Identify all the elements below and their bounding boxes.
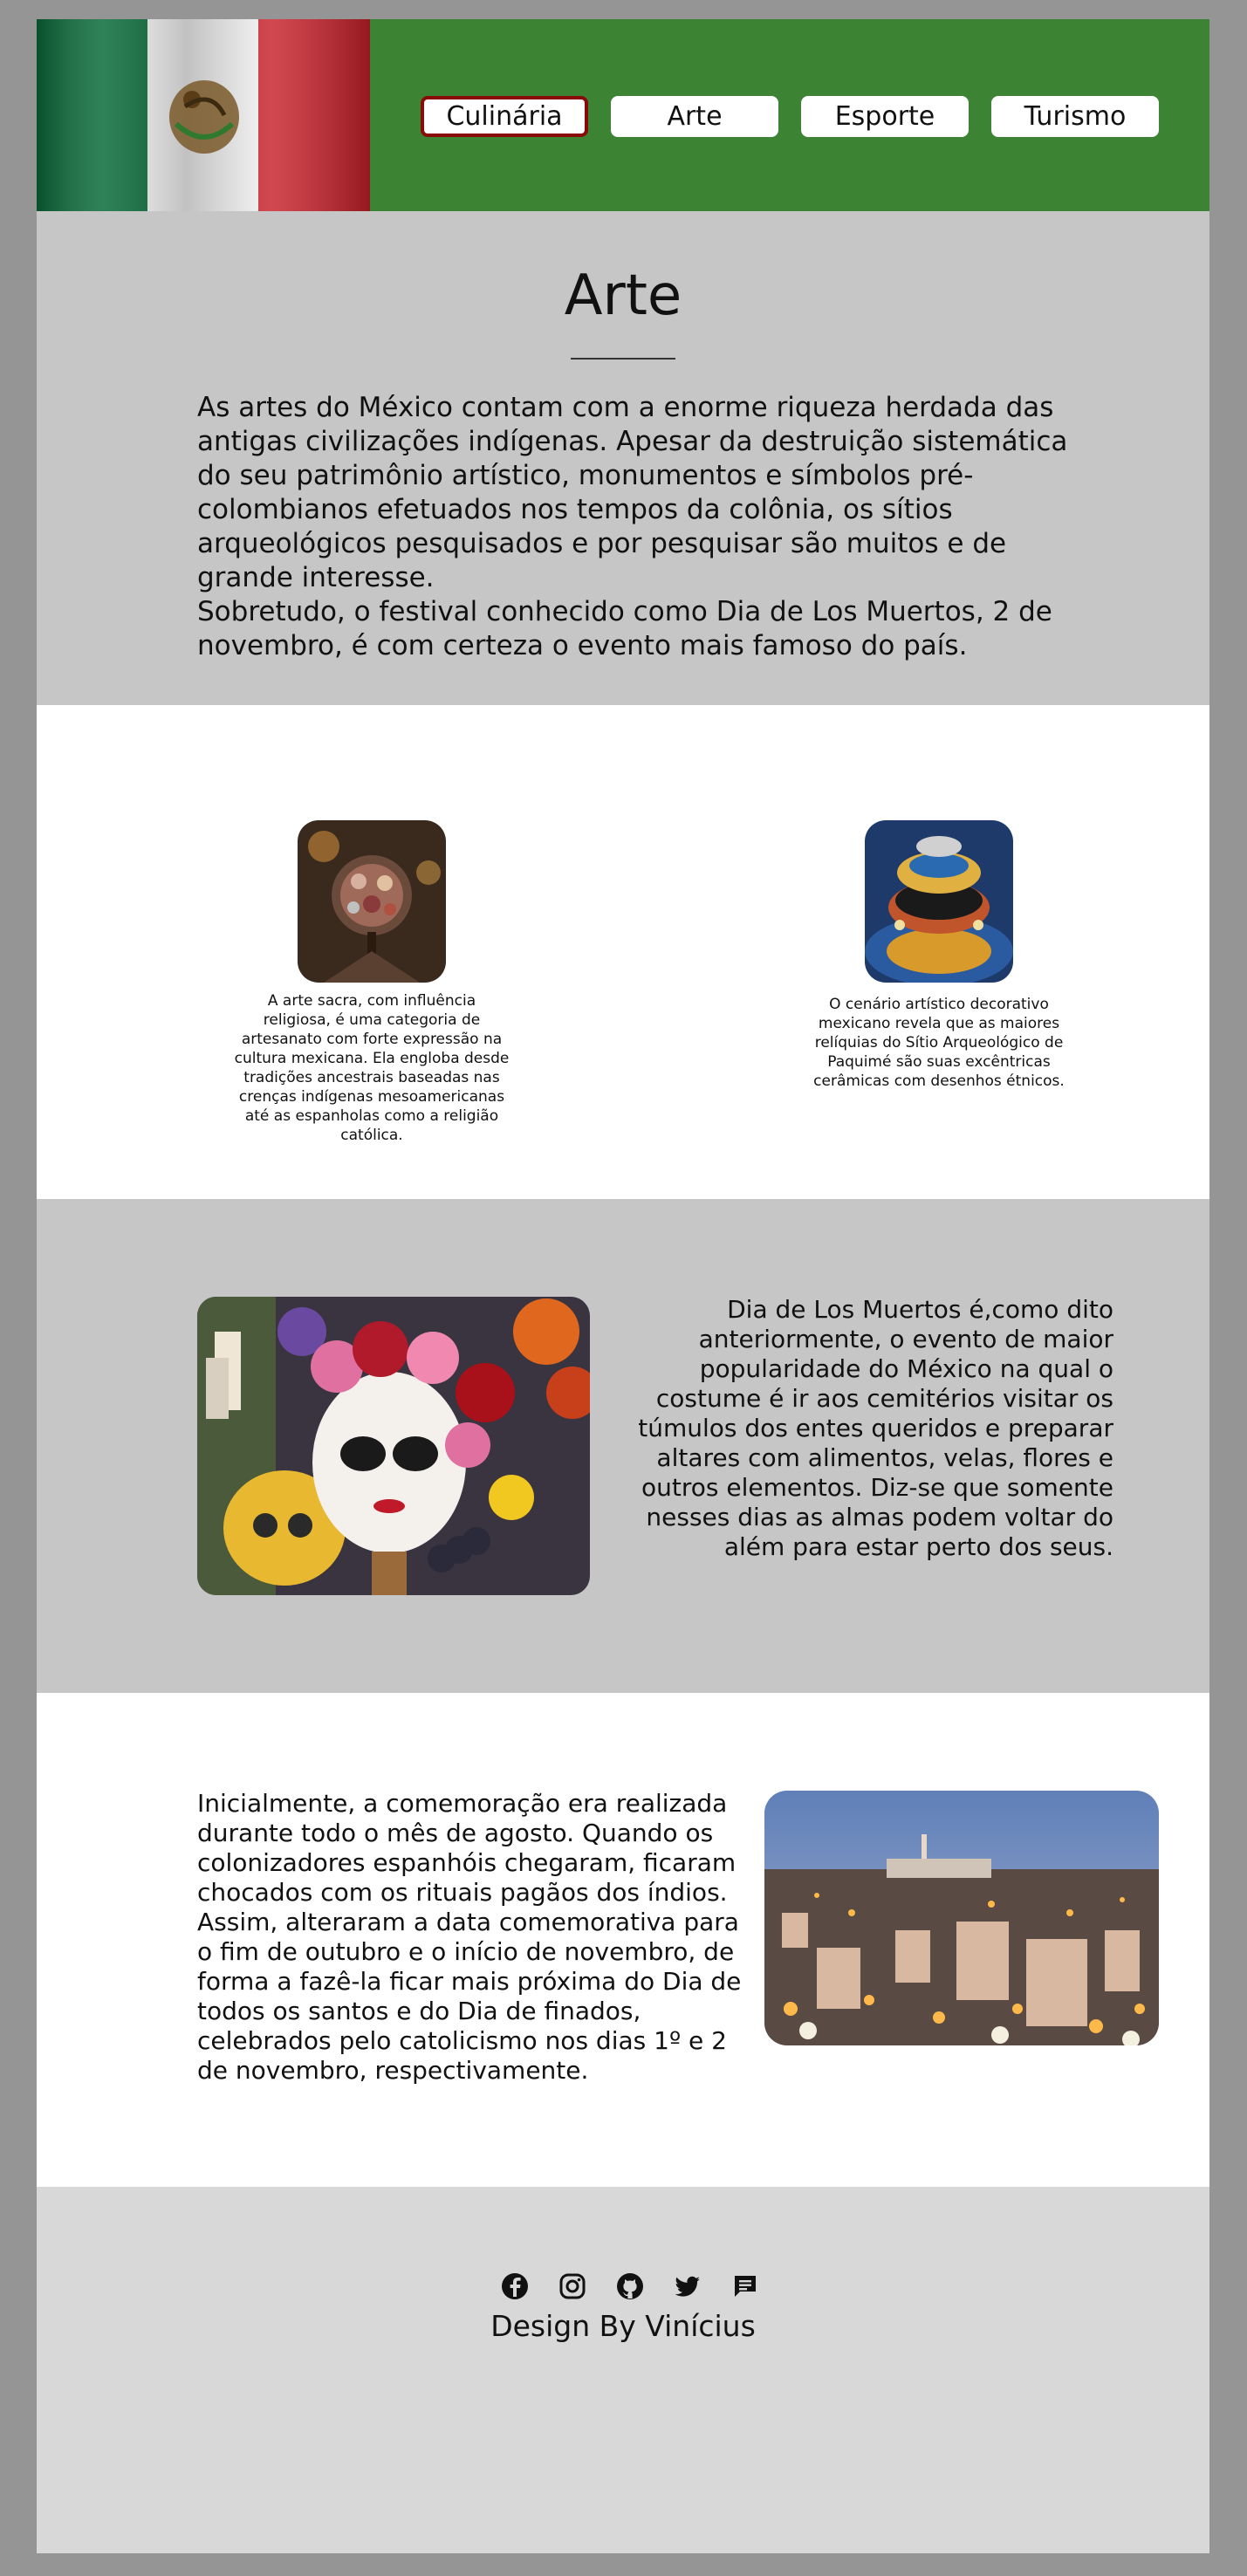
instagram-icon[interactable] <box>558 2272 586 2300</box>
dia-de-los-muertos-section: Dia de Los Muertos é,como dito anteriorm… <box>37 1199 1209 1693</box>
main-nav: Culinária Arte Esporte Turismo <box>421 96 1159 137</box>
art-cards-section: A arte sacra, com influência religiosa, … <box>37 705 1209 1199</box>
mexico-flag-image <box>37 19 370 211</box>
history-text: Inicialmente, a comemoração era realizad… <box>197 1789 742 2085</box>
intro-section: Arte As artes do México contam com a eno… <box>37 211 1209 705</box>
ceramics-card: O cenário artístico decorativo mexicano … <box>799 820 1079 1091</box>
sacred-art-image <box>298 820 446 983</box>
footer: Design By Vinícius <box>37 2187 1209 2553</box>
page: Culinária Arte Esporte Turismo Arte As a… <box>37 19 1209 2553</box>
sacred-art-caption: A arte sacra, com influência religiosa, … <box>234 992 510 1144</box>
facebook-icon[interactable] <box>501 2272 529 2300</box>
social-icons <box>501 2272 759 2300</box>
nav-button-turismo[interactable]: Turismo <box>991 96 1159 137</box>
intro-paragraph-1: As artes do México contam com a enorme r… <box>197 392 1068 593</box>
ceramics-image <box>865 820 1013 983</box>
nav-button-culinaria[interactable]: Culinária <box>421 96 588 137</box>
twitter-icon[interactable] <box>674 2272 702 2300</box>
chat-icon[interactable] <box>731 2272 759 2300</box>
header: Culinária Arte Esporte Turismo <box>37 19 1209 211</box>
intro-text: As artes do México contam com a enorme r… <box>197 391 1070 663</box>
history-section: Inicialmente, a comemoração era realizad… <box>37 1693 1209 2187</box>
dia-de-los-muertos-text: Dia de Los Muertos é,como dito anteriorm… <box>638 1295 1113 1561</box>
nav-button-arte[interactable]: Arte <box>611 96 778 137</box>
catrina-mask-image <box>197 1297 590 1595</box>
cemetery-image <box>764 1791 1159 2045</box>
sacred-art-card: A arte sacra, com influência religiosa, … <box>232 820 511 1145</box>
page-title: Arte <box>564 264 682 328</box>
github-icon[interactable] <box>616 2272 644 2300</box>
ceramics-caption: O cenário artístico decorativo mexicano … <box>813 996 1065 1090</box>
title-divider <box>571 358 675 360</box>
nav-button-esporte[interactable]: Esporte <box>801 96 969 137</box>
footer-credit: Design By Vinícius <box>490 2309 756 2343</box>
intro-paragraph-2: Sobretudo, o festival conhecido como Dia… <box>197 596 1052 661</box>
